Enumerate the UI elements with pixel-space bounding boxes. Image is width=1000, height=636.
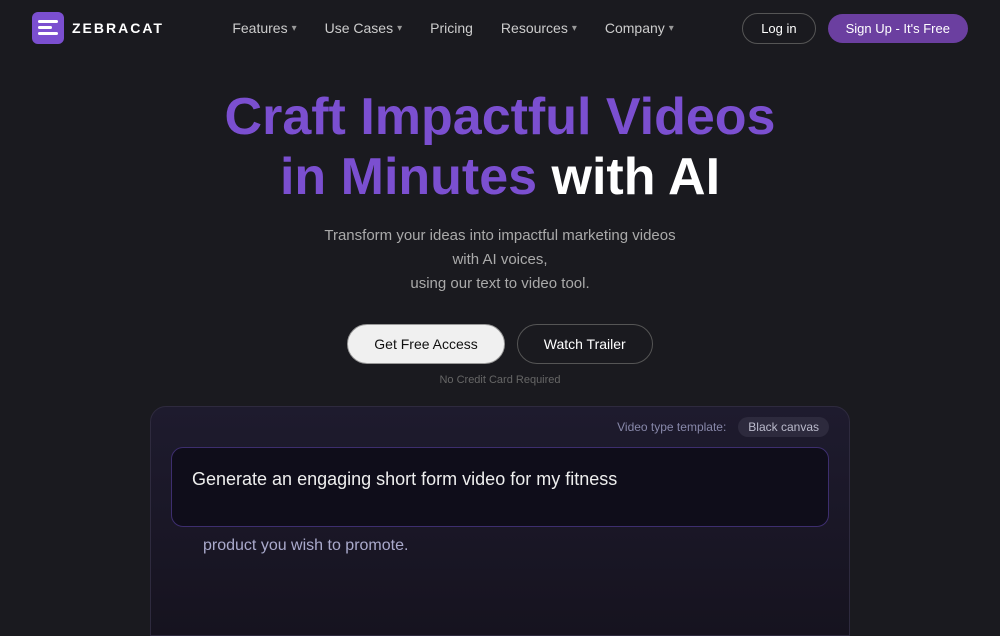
hero-title: Craft Impactful Videos in Minutes with A… bbox=[225, 88, 776, 208]
chevron-down-icon: ▾ bbox=[669, 23, 674, 34]
hero-subtitle: Transform your ideas into impactful mark… bbox=[310, 224, 690, 296]
login-button[interactable]: Log in bbox=[742, 13, 815, 44]
nav-company[interactable]: Company ▾ bbox=[605, 20, 674, 36]
chevron-down-icon: ▾ bbox=[292, 23, 297, 34]
chevron-down-icon: ▾ bbox=[572, 23, 577, 34]
nav-resources[interactable]: Resources ▾ bbox=[501, 20, 577, 36]
navbar: ZEBRACAT Features ▾ Use Cases ▾ Pricing … bbox=[0, 0, 1000, 56]
demo-product-label-row: product you wish to promote. bbox=[171, 527, 829, 565]
demo-label: Video type template: bbox=[617, 420, 726, 434]
nav-features[interactable]: Features ▾ bbox=[232, 20, 296, 36]
demo-tag: Black canvas bbox=[738, 417, 829, 437]
chevron-down-icon: ▾ bbox=[397, 23, 402, 34]
demo-top-bar: Video type template: Black canvas bbox=[151, 407, 849, 447]
demo-prompt-text: Generate an engaging short form video fo… bbox=[192, 466, 808, 493]
hero-buttons: Get Free Access Watch Trailer bbox=[347, 324, 652, 364]
navbar-actions: Log in Sign Up - It's Free bbox=[742, 13, 968, 44]
signup-button[interactable]: Sign Up - It's Free bbox=[828, 14, 968, 43]
logo-text: ZEBRACAT bbox=[72, 20, 164, 36]
demo-product-text: product you wish to promote. bbox=[203, 537, 408, 570]
watch-trailer-button[interactable]: Watch Trailer bbox=[517, 324, 653, 364]
nav-pricing[interactable]: Pricing bbox=[430, 20, 473, 36]
demo-preview: Video type template: Black canvas Genera… bbox=[150, 406, 850, 636]
zebracat-logo-icon bbox=[32, 12, 64, 44]
demo-prompt-area[interactable]: Generate an engaging short form video fo… bbox=[171, 447, 829, 527]
hero-title-in-minutes: in Minutes bbox=[280, 148, 552, 206]
nav-use-cases[interactable]: Use Cases ▾ bbox=[325, 20, 403, 36]
hero-title-with-ai: with AI bbox=[552, 148, 721, 206]
get-free-access-button[interactable]: Get Free Access bbox=[347, 324, 504, 364]
logo[interactable]: ZEBRACAT bbox=[32, 12, 164, 44]
hero-section: Craft Impactful Videos in Minutes with A… bbox=[0, 56, 1000, 386]
nav-menu: Features ▾ Use Cases ▾ Pricing Resources… bbox=[232, 20, 673, 36]
no-credit-card-text: No Credit Card Required bbox=[439, 374, 560, 386]
